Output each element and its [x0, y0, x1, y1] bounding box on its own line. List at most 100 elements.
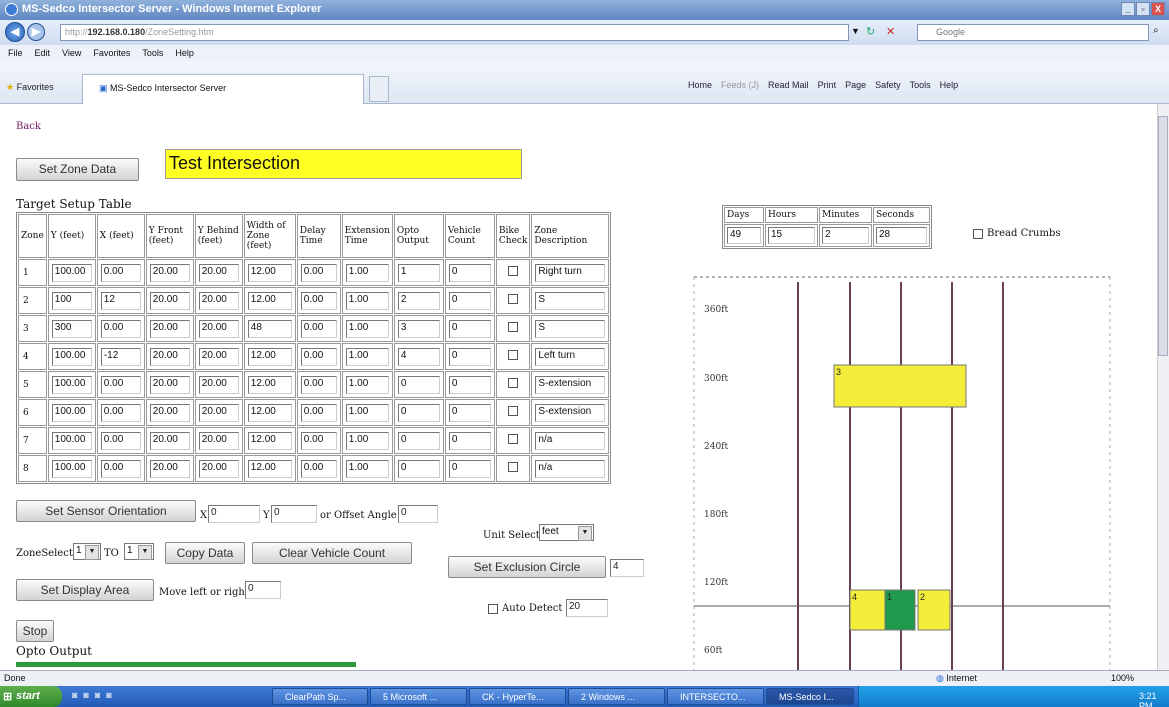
- auto-detect-checkbox[interactable]: [488, 604, 498, 614]
- cell-input-yb[interactable]: 20.00: [198, 291, 239, 310]
- menu-file[interactable]: File: [8, 48, 23, 62]
- feeds-button[interactable]: Feeds (J): [721, 80, 759, 90]
- cell-input-ext[interactable]: 1.00: [345, 403, 389, 422]
- stop-button[interactable]: Stop: [16, 620, 54, 642]
- cell-input-yf[interactable]: 20.00: [149, 431, 190, 450]
- to-select-dropdown[interactable]: 1: [124, 543, 154, 560]
- seconds-value[interactable]: 28: [876, 227, 927, 244]
- cell-input-count[interactable]: 0: [448, 403, 491, 422]
- zone-select-dropdown[interactable]: 1: [73, 543, 101, 560]
- cell-input-count[interactable]: 0: [448, 347, 491, 366]
- cell-input-yb[interactable]: 20.00: [198, 319, 239, 338]
- cell-input-yf[interactable]: 20.00: [149, 459, 190, 478]
- menu-favorites[interactable]: Favorites: [93, 48, 130, 62]
- bike-check-checkbox[interactable]: [508, 322, 519, 332]
- start-button[interactable]: ⊞ start: [0, 686, 62, 707]
- cell-input-opto[interactable]: 2: [397, 291, 440, 310]
- cell-input-opto[interactable]: 0: [397, 403, 440, 422]
- zone-description-input[interactable]: S: [535, 319, 606, 338]
- cell-input-y[interactable]: 300: [51, 319, 92, 338]
- home-button[interactable]: Home: [688, 80, 712, 90]
- move-input[interactable]: 0: [245, 581, 281, 599]
- cell-input-yf[interactable]: 20.00: [149, 263, 190, 282]
- cell-input-x[interactable]: 12: [100, 291, 141, 310]
- address-dropdown-icon[interactable]: ▼: [851, 26, 860, 36]
- maximize-button[interactable]: ▫: [1136, 2, 1150, 16]
- taskbar-item-windows[interactable]: 2 Windows ...: [568, 688, 665, 705]
- address-bar[interactable]: http://192.168.0.180/ZoneSetting.htm: [60, 24, 849, 41]
- cell-input-yb[interactable]: 20.00: [198, 375, 239, 394]
- cell-input-yf[interactable]: 20.00: [149, 319, 190, 338]
- cell-input-delay[interactable]: 0.00: [300, 375, 337, 394]
- x-input[interactable]: 0: [208, 505, 260, 523]
- menu-help[interactable]: Help: [175, 48, 194, 62]
- cell-input-yb[interactable]: 20.00: [198, 459, 239, 478]
- forward-arrow-icon[interactable]: ▶: [27, 23, 45, 41]
- zone-description-input[interactable]: n/a: [535, 459, 606, 478]
- cell-input-count[interactable]: 0: [448, 263, 491, 282]
- cell-input-y[interactable]: 100.00: [51, 403, 92, 422]
- print-button[interactable]: Print: [818, 80, 837, 90]
- tools-menu[interactable]: Tools: [910, 80, 931, 90]
- auto-detect-input[interactable]: 20: [566, 599, 608, 617]
- cell-input-count[interactable]: 0: [448, 375, 491, 394]
- cell-input-yf[interactable]: 20.00: [149, 347, 190, 366]
- cell-input-x[interactable]: 0.00: [100, 459, 141, 478]
- cell-input-yb[interactable]: 20.00: [198, 347, 239, 366]
- minutes-value[interactable]: 2: [822, 227, 869, 244]
- copy-data-button[interactable]: Copy Data: [165, 542, 245, 564]
- stop-icon[interactable]: ✕: [886, 25, 895, 38]
- cell-input-count[interactable]: 0: [448, 459, 491, 478]
- bike-check-checkbox[interactable]: [508, 350, 519, 360]
- menu-tools[interactable]: Tools: [142, 48, 163, 62]
- search-icon[interactable]: ⌕: [1153, 25, 1159, 36]
- cell-input-x[interactable]: 0.00: [100, 319, 141, 338]
- cell-input-delay[interactable]: 0.00: [300, 431, 337, 450]
- cell-input-x[interactable]: 0.00: [100, 375, 141, 394]
- cell-input-delay[interactable]: 0.00: [300, 263, 337, 282]
- cell-input-delay[interactable]: 0.00: [300, 291, 337, 310]
- page-menu[interactable]: Page: [845, 80, 866, 90]
- zone-description-input[interactable]: S-extension: [535, 375, 606, 394]
- taskbar-item-intersector[interactable]: INTERSECTO...: [667, 688, 764, 705]
- zone-description-input[interactable]: n/a: [535, 431, 606, 450]
- taskbar-item-clearpath[interactable]: ClearPath Sp...: [272, 688, 368, 705]
- exclusion-input[interactable]: 4: [610, 559, 644, 577]
- set-exclusion-circle-button[interactable]: Set Exclusion Circle: [448, 556, 606, 578]
- cell-input-w[interactable]: 12.00: [247, 431, 292, 450]
- browser-tab[interactable]: ▣ MS-Sedco Intersector Server: [82, 74, 364, 104]
- read-mail-button[interactable]: Read Mail: [768, 80, 809, 90]
- taskbar-item-ms-sedco[interactable]: MS-Sedco I...: [766, 688, 854, 705]
- cell-input-delay[interactable]: 0.00: [300, 403, 337, 422]
- cell-input-ext[interactable]: 1.00: [345, 263, 389, 282]
- cell-input-yf[interactable]: 20.00: [149, 403, 190, 422]
- cell-input-y[interactable]: 100.00: [51, 263, 92, 282]
- cell-input-ext[interactable]: 1.00: [345, 291, 389, 310]
- bike-check-checkbox[interactable]: [508, 266, 519, 276]
- minimize-button[interactable]: _: [1121, 2, 1135, 16]
- search-input[interactable]: Google: [917, 24, 1149, 41]
- days-value[interactable]: 49: [727, 227, 761, 244]
- safety-menu[interactable]: Safety: [875, 80, 901, 90]
- cell-input-w[interactable]: 12.00: [247, 459, 292, 478]
- cell-input-y[interactable]: 100.00: [51, 375, 92, 394]
- menu-edit[interactable]: Edit: [35, 48, 51, 62]
- clock[interactable]: 3:21 PM: [1139, 691, 1169, 707]
- bike-check-checkbox[interactable]: [508, 294, 519, 304]
- cell-input-x[interactable]: -12: [100, 347, 141, 366]
- cell-input-opto[interactable]: 0: [397, 431, 440, 450]
- help-menu[interactable]: Help: [940, 80, 959, 90]
- taskbar-item-hyperterminal[interactable]: CK - HyperTe...: [469, 688, 566, 705]
- menu-view[interactable]: View: [62, 48, 81, 62]
- cell-input-yf[interactable]: 20.00: [149, 291, 190, 310]
- cell-input-ext[interactable]: 1.00: [345, 431, 389, 450]
- back-link[interactable]: Back: [16, 121, 41, 132]
- zoom-level[interactable]: 100%: [1111, 673, 1134, 683]
- cell-input-y[interactable]: 100.00: [51, 459, 92, 478]
- zone-description-input[interactable]: S-extension: [535, 403, 606, 422]
- cell-input-delay[interactable]: 0.00: [300, 319, 337, 338]
- hours-value[interactable]: 15: [768, 227, 815, 244]
- set-sensor-orientation-button[interactable]: Set Sensor Orientation: [16, 500, 196, 522]
- bike-check-checkbox[interactable]: [508, 406, 519, 416]
- bike-check-checkbox[interactable]: [508, 462, 519, 472]
